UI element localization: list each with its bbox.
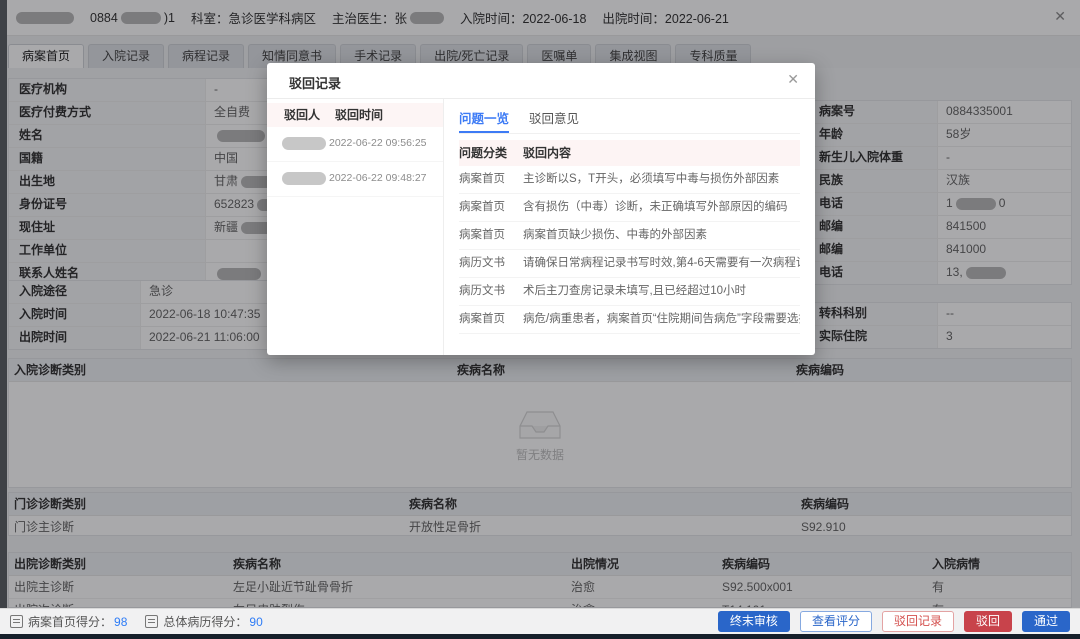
rejection-detail-tabs: 问题一览驳回意见 (459, 107, 800, 134)
rejection-records-modal: 驳回记录 ✕ 驳回人 驳回时间 2022-06-22 09:56:252022-… (267, 63, 815, 355)
screen: 0884 )1 科室：急诊医学科病区 主治医生：张 入院时间：2022-06-1… (0, 0, 1080, 639)
rejection-detail-panel: 问题一览驳回意见 问题分类 驳回内容 病案首页主诊断以S，T开头，必须填写中毒与… (444, 99, 815, 355)
overall-record-score-value: 90 (249, 615, 262, 629)
issue-row: 病案首页含有损伤（中毒）诊断，未正确填写外部原因的编码 (459, 194, 800, 222)
rejection-record-row[interactable]: 2022-06-22 09:56:25 (267, 127, 443, 162)
issue-category: 病历文书 (459, 278, 523, 305)
issue-content: 请确保日常病程记录书写时效,第4-6天需要有一次病程记录,剩.. (523, 250, 800, 277)
终末审核-button[interactable]: 终末审核 (718, 611, 790, 632)
modal-header: 驳回记录 ✕ (267, 63, 815, 99)
通过-button[interactable]: 通过 (1022, 611, 1070, 632)
issue-content: 主诊断以S，T开头，必须填写中毒与损伤外部因素 (523, 166, 800, 193)
issue-content: 术后主刀查房记录未填写,且已经超过10小时 (523, 278, 800, 305)
issue-category: 病案首页 (459, 222, 523, 249)
rejection-time: 2022-06-22 09:48:27 (329, 172, 427, 184)
issue-row: 病历文书术后主刀查房记录未填写,且已经超过10小时 (459, 278, 800, 306)
issue-row: 病历文书请确保日常病程记录书写时效,第4-6天需要有一次病程记录,剩.. (459, 250, 800, 278)
issue-content: 病危/病重患者，病案首页“住院期间告病危”字段需要选择“有” (523, 306, 800, 333)
issue-category-column: 问题分类 (459, 140, 523, 166)
person-column-label: 驳回人 (284, 103, 335, 127)
front-page-score-value: 98 (114, 615, 127, 629)
rejection-person-rows: 2022-06-22 09:56:25 2022-06-22 09:48:27 (267, 127, 443, 197)
issue-rows: 病案首页主诊断以S，T开头，必须填写中毒与损伤外部因素病案首页含有损伤（中毒）诊… (459, 166, 800, 334)
modal-body: 驳回人 驳回时间 2022-06-22 09:56:252022-06-22 0… (267, 99, 815, 355)
modal-tab-问题一览[interactable]: 问题一览 (459, 107, 509, 133)
score-doc-icon (145, 615, 158, 628)
rejection-record-row[interactable]: 2022-06-22 09:48:27 (267, 162, 443, 197)
overall-record-score: 总体病历得分： 90 (145, 613, 262, 630)
time-column-label: 驳回时间 (335, 103, 383, 127)
rejection-person-list: 驳回人 驳回时间 2022-06-22 09:56:252022-06-22 0… (267, 99, 444, 355)
window-bottom-edge (0, 634, 1080, 639)
modal-tab-驳回意见[interactable]: 驳回意见 (529, 107, 579, 133)
issue-row: 病案首页病案首页缺少损伤、中毒的外部因素 (459, 222, 800, 250)
issue-row: 病案首页主诊断以S，T开头，必须填写中毒与损伤外部因素 (459, 166, 800, 194)
rejection-list-header: 驳回人 驳回时间 (267, 103, 443, 127)
查看评分-button[interactable]: 查看评分 (800, 611, 872, 632)
redacted-person-name (282, 137, 326, 150)
modal-title: 驳回记录 (289, 73, 341, 92)
modal-close-icon[interactable]: ✕ (787, 72, 799, 86)
front-page-score: 病案首页得分： 98 (10, 613, 127, 630)
issue-content: 病案首页缺少损伤、中毒的外部因素 (523, 222, 800, 249)
驳回记录-button[interactable]: 驳回记录 (882, 611, 954, 632)
issue-category: 病历文书 (459, 250, 523, 277)
issue-content-column: 驳回内容 (523, 140, 571, 166)
score-doc-icon (10, 615, 23, 628)
issue-content: 含有损伤（中毒）诊断，未正确填写外部原因的编码 (523, 194, 800, 221)
action-bar: 病案首页得分： 98 总体病历得分： 90 终末审核查看评分驳回记录驳回通过 (0, 608, 1080, 634)
issue-category: 病案首页 (459, 306, 523, 333)
issue-category: 病案首页 (459, 194, 523, 221)
redacted-person-name (282, 172, 326, 185)
issue-table-header: 问题分类 驳回内容 (459, 140, 800, 166)
rejection-time: 2022-06-22 09:56:25 (329, 137, 427, 149)
issue-category: 病案首页 (459, 166, 523, 193)
驳回-button[interactable]: 驳回 (964, 611, 1012, 632)
window-left-edge (0, 0, 7, 608)
issue-row: 病案首页病危/病重患者，病案首页“住院期间告病危”字段需要选择“有” (459, 306, 800, 334)
action-buttons: 终末审核查看评分驳回记录驳回通过 (718, 611, 1070, 632)
